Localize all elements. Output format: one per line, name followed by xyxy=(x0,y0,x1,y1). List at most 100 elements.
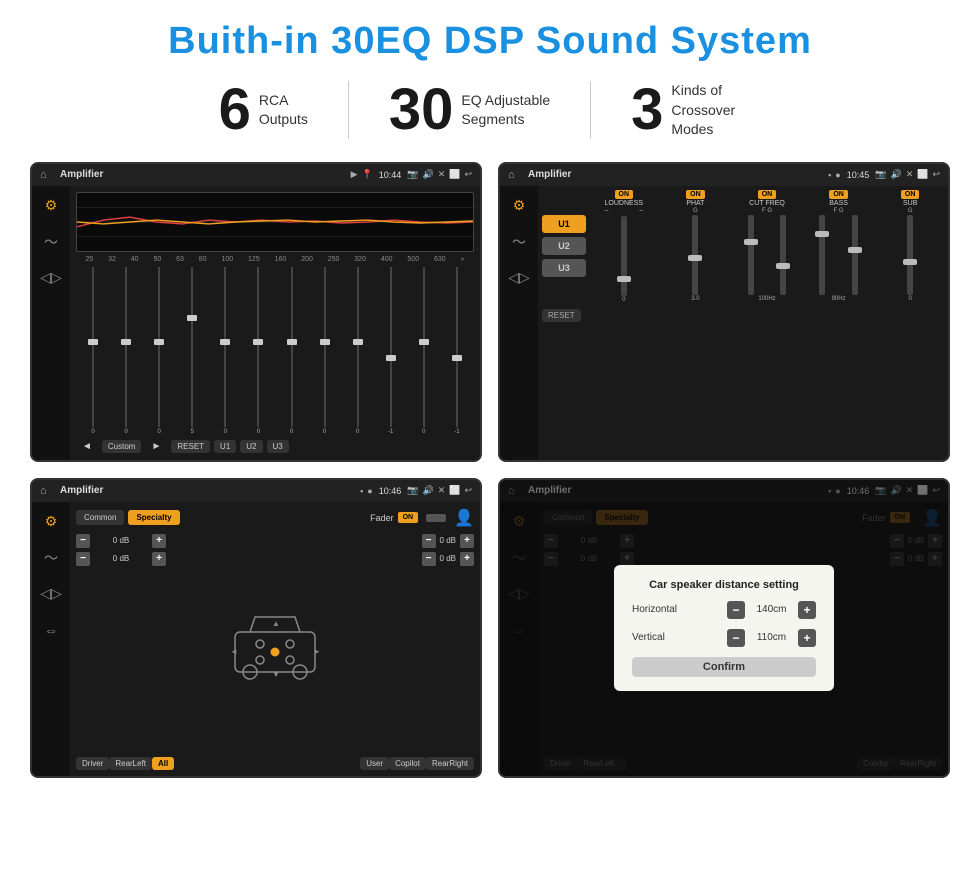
eq-slider-4: 0 xyxy=(210,267,240,435)
plus-btn-3[interactable]: + xyxy=(460,552,474,566)
reset-btn-crossover[interactable]: RESET xyxy=(542,309,581,322)
common-tab[interactable]: Common xyxy=(76,510,124,525)
volume-icon-2[interactable]: ◁▷ xyxy=(507,266,531,290)
person-icon-3: 👤 xyxy=(454,508,474,528)
volume-icon-1[interactable]: ◁▷ xyxy=(39,266,63,290)
on-badge-phat: ON xyxy=(686,190,705,199)
dialog-horizontal-plus[interactable]: + xyxy=(798,601,816,619)
wave-icon-1[interactable]: 〜 xyxy=(39,230,63,254)
eq-thumb-0[interactable] xyxy=(88,339,98,345)
status-icons-2: ▪ ● xyxy=(828,170,841,180)
dialog-box: Car speaker distance setting Horizontal … xyxy=(614,565,834,691)
specialty-tab[interactable]: Specialty xyxy=(128,510,179,525)
all-btn[interactable]: All xyxy=(152,757,174,770)
eq-thumb-5[interactable] xyxy=(253,339,263,345)
copilot-btn[interactable]: Copilot xyxy=(389,757,426,770)
confirm-button[interactable]: Confirm xyxy=(632,657,816,677)
fader-screen-wrapper: ⌂ Amplifier ▪ ● 10:46 📷 🔊 ✕ ⬜ ↩ xyxy=(30,478,482,778)
sub-slider[interactable] xyxy=(903,259,917,265)
dialog-vertical-plus[interactable]: + xyxy=(798,629,816,647)
crossover-screen: ⌂ Amplifier ▪ ● 10:45 📷 🔊 ✕ ⬜ ↩ xyxy=(498,162,950,462)
minus-btn-1[interactable]: − xyxy=(76,552,90,566)
eq-bottom: ◄ Custom ► RESET U1 U2 U3 xyxy=(76,439,474,454)
wave-icon-2[interactable]: 〜 xyxy=(507,230,531,254)
loudness-slider[interactable] xyxy=(617,276,631,282)
db-row-1: − 0 dB + xyxy=(76,552,166,566)
db-row-3: − 0 dB + xyxy=(422,552,474,566)
back-icon-3: ↩ xyxy=(464,485,472,496)
rearleft-btn[interactable]: RearLeft xyxy=(109,757,152,770)
plus-btn-1[interactable]: + xyxy=(152,552,166,566)
db-row-0: − 0 dB + xyxy=(76,534,166,548)
fader-left-controls: − 0 dB + − 0 dB + xyxy=(76,534,166,751)
status-bar-1: ⌂ Amplifier ▶ 📍 10:44 📷 🔊 ✕ ⬜ ↩ xyxy=(32,164,480,186)
eq-thumb-11[interactable] xyxy=(452,355,462,361)
bass-slider2[interactable] xyxy=(848,247,862,253)
fader-main-area: Common Specialty Fader ON 👤 xyxy=(70,502,480,776)
eq-track-0 xyxy=(92,267,94,427)
fader-screen-mockup: ⌂ Amplifier ▪ ● 10:46 📷 🔊 ✕ ⬜ ↩ xyxy=(30,478,482,778)
eq-thumb-8[interactable] xyxy=(353,339,363,345)
dialog-horizontal-minus[interactable]: − xyxy=(727,601,745,619)
bass-slider1[interactable] xyxy=(815,231,829,237)
main-title: Buith-in 30EQ DSP Sound System xyxy=(30,20,950,63)
plus-btn-0[interactable]: + xyxy=(152,534,166,548)
eq-thumb-6[interactable] xyxy=(287,339,297,345)
user-btn[interactable]: User xyxy=(360,757,389,770)
home-icon-1: ⌂ xyxy=(40,168,54,182)
side-icons-2: ⚙ 〜 ◁▷ xyxy=(500,186,538,460)
u1-btn-crossover[interactable]: U1 xyxy=(542,215,586,233)
cutfreq-slider1[interactable] xyxy=(744,239,758,245)
eq-thumb-7[interactable] xyxy=(320,339,330,345)
u2-btn-eq[interactable]: U2 xyxy=(240,440,262,453)
eq-thumb-10[interactable] xyxy=(419,339,429,345)
phat-slider[interactable] xyxy=(688,255,702,261)
car-diagram: ▲ ▼ ◄ ► xyxy=(174,534,376,751)
wave-icon-3[interactable]: 〜 xyxy=(39,546,63,570)
arrows-icon-3[interactable]: ⇔ xyxy=(39,618,63,642)
cutfreq-slider2[interactable] xyxy=(776,263,790,269)
minus-btn-0[interactable]: − xyxy=(76,534,90,548)
eq-thumb-1[interactable] xyxy=(121,339,131,345)
location-icon-1: 📍 xyxy=(362,169,373,180)
u3-btn-eq[interactable]: U3 xyxy=(267,440,289,453)
stat-crossover: 3 Kinds ofCrossover Modes xyxy=(591,81,801,140)
status-time-3: 10:46 xyxy=(379,486,402,496)
on-badge-sub: ON xyxy=(901,190,920,199)
fader-content-wrapper: ⚙ 〜 ◁▷ ⇔ Common Specialty Fader ON xyxy=(32,502,480,776)
svg-text:►: ► xyxy=(313,647,321,656)
loudness-label: LOUDNESS xyxy=(605,200,644,207)
dialog-vertical-minus[interactable]: − xyxy=(727,629,745,647)
eq-slider-2: 0 xyxy=(144,267,174,435)
plus-btn-2[interactable]: + xyxy=(460,534,474,548)
bass-label: BASS xyxy=(829,200,848,207)
u3-btn-crossover[interactable]: U3 xyxy=(542,259,586,277)
eq-screen-content: ⚙ 〜 ◁▷ xyxy=(32,186,480,460)
volume-icon-3[interactable]: ◁▷ xyxy=(39,582,63,606)
minus-btn-2[interactable]: − xyxy=(422,534,436,548)
back-icon-2: ↩ xyxy=(932,169,940,180)
eq-slider-5: 0 xyxy=(243,267,273,435)
eq-thumb-2[interactable] xyxy=(154,339,164,345)
home-icon-3: ⌂ xyxy=(40,484,54,498)
u2-btn-crossover[interactable]: U2 xyxy=(542,237,586,255)
dialog-title: Car speaker distance setting xyxy=(632,579,816,591)
eq-thumb-4[interactable] xyxy=(220,339,230,345)
fader-on-toggle[interactable]: ON xyxy=(398,512,419,523)
eq-slider-9: -1 xyxy=(376,267,406,435)
eq-icon-3[interactable]: ⚙ xyxy=(39,510,63,534)
driver-btn[interactable]: Driver xyxy=(76,757,109,770)
eq-icon-2[interactable]: ⚙ xyxy=(507,194,531,218)
eq-icon-1[interactable]: ⚙ xyxy=(39,194,63,218)
fader-body: − 0 dB + − 0 dB + xyxy=(76,534,474,751)
eq-thumb-3[interactable] xyxy=(187,315,197,321)
rearright-btn[interactable]: RearRight xyxy=(426,757,474,770)
vertical-label: Vertical xyxy=(632,632,665,643)
u1-btn-eq[interactable]: U1 xyxy=(214,440,236,453)
reset-btn-eq[interactable]: RESET xyxy=(171,440,210,453)
prev-btn[interactable]: ◄ xyxy=(76,439,98,454)
eq-freq-labels: 2532405063 80100125160200 25032040050063… xyxy=(76,256,474,263)
eq-thumb-9[interactable] xyxy=(386,355,396,361)
next-btn[interactable]: ► xyxy=(145,439,167,454)
minus-btn-3[interactable]: − xyxy=(422,552,436,566)
